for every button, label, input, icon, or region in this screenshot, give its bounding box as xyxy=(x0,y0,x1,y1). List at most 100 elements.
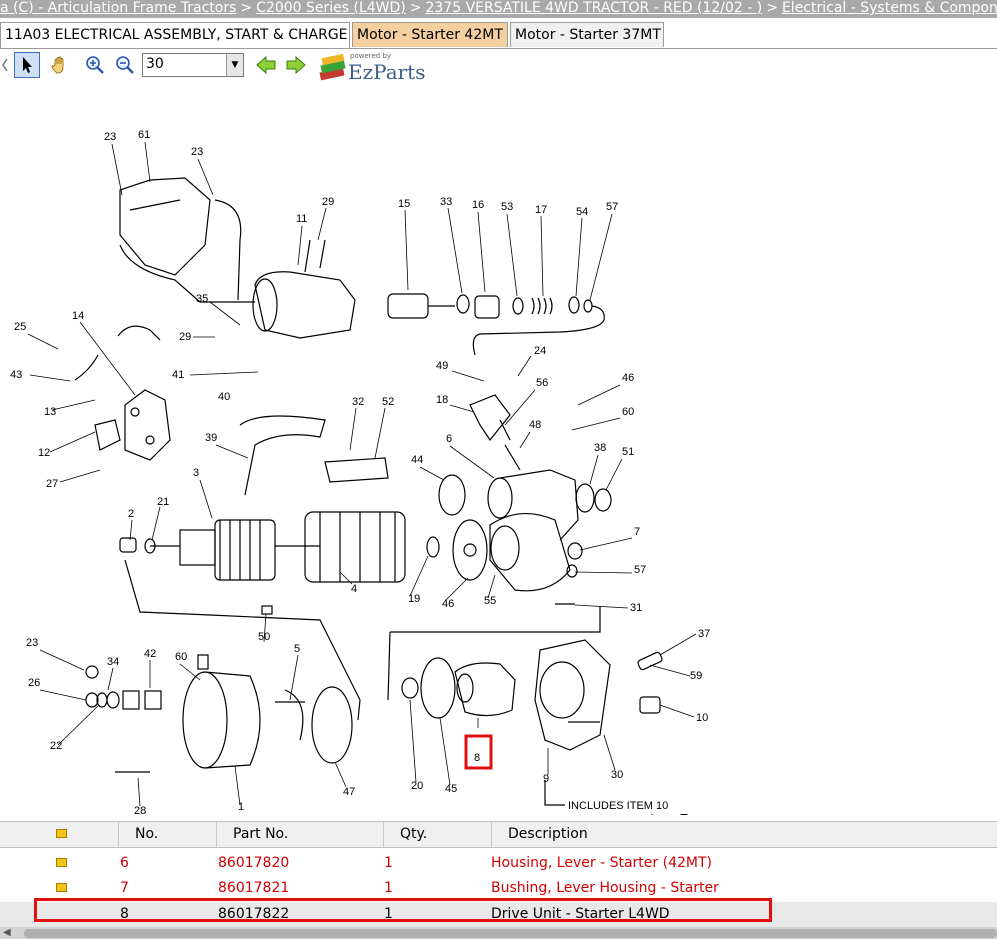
zoom-out-button[interactable] xyxy=(112,52,138,78)
arrow-left-icon xyxy=(256,55,276,75)
svg-text:2: 2 xyxy=(128,508,134,520)
svg-text:57: 57 xyxy=(634,564,646,576)
svg-text:35: 35 xyxy=(196,293,208,305)
pointer-icon xyxy=(23,57,32,73)
svg-text:28: 28 xyxy=(134,805,146,815)
breadcrumb-separator: > xyxy=(240,0,253,16)
svg-text:16: 16 xyxy=(472,199,484,211)
svg-text:20: 20 xyxy=(411,780,423,792)
breadcrumb-separator: > xyxy=(766,0,778,16)
header-part-no[interactable]: Part No. xyxy=(216,822,383,847)
row-no: 6 xyxy=(120,855,129,871)
svg-text:57: 57 xyxy=(606,201,618,213)
svg-text:24: 24 xyxy=(534,345,546,357)
arrow-right-icon xyxy=(286,55,306,75)
header-description[interactable]: Description xyxy=(491,822,988,847)
svg-text:56: 56 xyxy=(536,377,548,389)
svg-text:13: 13 xyxy=(44,406,56,418)
svg-text:53: 53 xyxy=(501,201,513,213)
table-header: No. Part No. Qty. Description xyxy=(0,821,997,848)
ezparts-logo: powered by EzParts xyxy=(318,52,428,84)
scroll-left-icon[interactable]: ◀ xyxy=(3,927,11,938)
header-qty[interactable]: Qty. xyxy=(383,822,490,847)
note-icon[interactable] xyxy=(56,883,67,892)
table-row[interactable]: 6 86017820 1 Housing, Lever - Starter (4… xyxy=(0,851,997,876)
svg-text:33: 33 xyxy=(440,196,452,208)
svg-text:41: 41 xyxy=(172,369,184,381)
tab-motor-starter-37mt[interactable]: Motor - Starter 37MT xyxy=(510,22,664,47)
svg-text:19: 19 xyxy=(408,593,420,605)
svg-text:48: 48 xyxy=(529,419,541,431)
svg-text:17: 17 xyxy=(535,204,547,216)
toolbar-handle xyxy=(0,52,10,78)
tab-motor-starter-42mt[interactable]: Motor - Starter 42MT xyxy=(352,22,508,47)
svg-text:46: 46 xyxy=(442,598,454,610)
svg-text:38: 38 xyxy=(594,442,606,454)
svg-text:29: 29 xyxy=(179,331,191,343)
svg-text:54: 54 xyxy=(576,206,588,218)
row-description: Housing, Lever - Starter (42MT) xyxy=(491,855,712,871)
scrollbar-thumb[interactable] xyxy=(24,929,997,938)
next-button[interactable] xyxy=(283,52,309,78)
row-qty: 1 xyxy=(384,855,393,871)
svg-text:10: 10 xyxy=(696,712,708,724)
svg-text:46: 46 xyxy=(622,372,634,384)
previous-button[interactable] xyxy=(253,52,279,78)
zoom-in-button[interactable] xyxy=(82,52,108,78)
header-no[interactable]: No. xyxy=(118,822,215,847)
svg-text:18: 18 xyxy=(436,394,448,406)
tab-bar: 11A03 ELECTRICAL ASSEMBLY, START & CHARG… xyxy=(0,22,997,49)
breadcrumb-link-system[interactable]: Electrical - Systems & Compon xyxy=(782,0,997,16)
zoom-level-select[interactable]: 30 ▼ xyxy=(142,53,244,77)
zoom-in-icon xyxy=(86,56,104,74)
svg-text:23: 23 xyxy=(191,146,203,158)
svg-text:25: 25 xyxy=(14,321,26,333)
svg-text:42: 42 xyxy=(144,648,156,660)
svg-text:47: 47 xyxy=(343,786,355,798)
svg-text:23: 23 xyxy=(104,131,116,143)
books-icon xyxy=(319,54,346,81)
toolbar: 30 ▼ powered by EzParts xyxy=(0,50,997,84)
zoom-level-value: 30 xyxy=(146,56,164,72)
svg-text:55: 55 xyxy=(484,595,496,607)
zoom-out-icon xyxy=(116,56,134,74)
tab-electrical-assembly[interactable]: 11A03 ELECTRICAL ASSEMBLY, START & CHARG… xyxy=(0,22,350,48)
svg-text:11: 11 xyxy=(296,213,307,225)
svg-text:52: 52 xyxy=(382,396,394,408)
svg-text:44: 44 xyxy=(411,454,423,466)
svg-text:5: 5 xyxy=(294,643,300,655)
svg-text:15: 15 xyxy=(398,198,410,210)
svg-text:51: 51 xyxy=(622,446,634,458)
breadcrumb-link-category[interactable]: a (C) - Articulation Frame Tractors xyxy=(0,0,236,16)
svg-text:8: 8 xyxy=(474,752,480,764)
svg-text:21: 21 xyxy=(157,496,169,508)
breadcrumb-link-series[interactable]: C2000 Series (L4WD) xyxy=(256,0,406,16)
svg-text:12: 12 xyxy=(38,447,50,459)
svg-text:61: 61 xyxy=(138,129,150,141)
breadcrumb: a (C) - Articulation Frame Tractors > C200… xyxy=(0,0,997,18)
note-icon-cell xyxy=(56,851,67,876)
note-icon xyxy=(56,829,67,838)
svg-text:60: 60 xyxy=(175,651,187,663)
horizontal-scrollbar[interactable]: ◀ xyxy=(0,927,997,939)
svg-text:1: 1 xyxy=(238,801,244,813)
chevron-down-icon[interactable]: ▼ xyxy=(226,54,243,76)
parts-diagram[interactable]: 23 6123 291115 33 16 53 17 54 57 352925 1443 4… xyxy=(0,90,997,815)
svg-text:14: 14 xyxy=(72,310,84,322)
svg-text:31: 31 xyxy=(630,602,642,614)
svg-text:32: 32 xyxy=(352,396,364,408)
note-icon[interactable] xyxy=(56,858,67,867)
select-pointer-button[interactable] xyxy=(14,52,40,78)
svg-text:6: 6 xyxy=(446,433,452,445)
pan-button[interactable] xyxy=(47,52,73,78)
svg-text:40: 40 xyxy=(218,391,230,403)
svg-text:23: 23 xyxy=(26,637,38,649)
svg-text:60: 60 xyxy=(622,406,634,418)
svg-text:29: 29 xyxy=(322,196,334,208)
header-icon-column xyxy=(0,822,134,847)
breadcrumb-link-model[interactable]: 2375 VERSATILE 4WD TRACTOR - RED (12/02 … xyxy=(426,0,763,16)
svg-text:27: 27 xyxy=(46,478,58,490)
breadcrumb-separator: > xyxy=(409,0,422,16)
svg-text:43: 43 xyxy=(10,369,22,381)
svg-text:4: 4 xyxy=(351,583,357,595)
